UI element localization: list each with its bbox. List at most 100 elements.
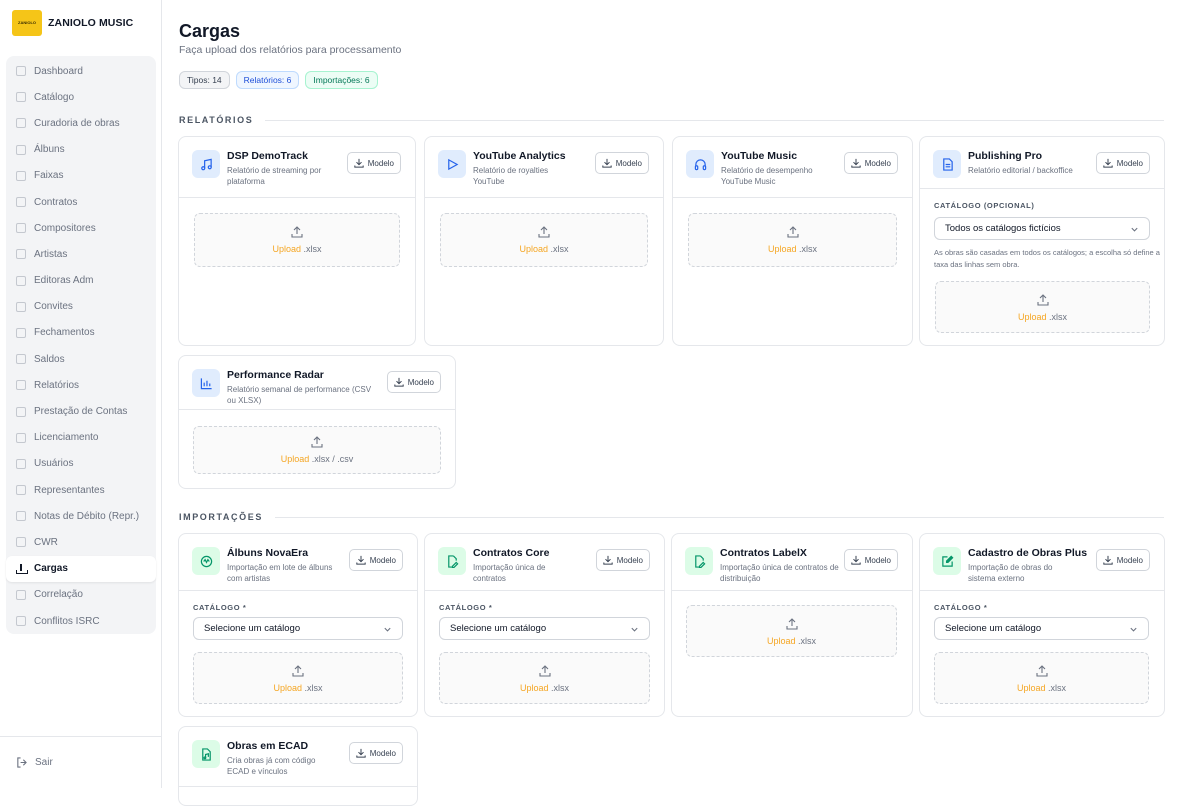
card-title: Publishing Pro xyxy=(968,150,1043,162)
upload-link[interactable]: Upload xyxy=(273,683,302,693)
sidebar-item-faixas[interactable]: Faixas xyxy=(6,163,156,189)
download-model-button[interactable]: Modelo xyxy=(346,152,401,174)
sidebar-item-cwr[interactable]: CWR xyxy=(6,529,156,555)
brand[interactable]: ZANIOLO ZANIOLO MUSIC xyxy=(12,10,133,36)
upload-dropzone[interactable]: Upload .xlsx xyxy=(193,652,403,704)
section-title: RELATÓRIOS xyxy=(179,115,254,125)
sidebar-item-cargas[interactable]: Cargas xyxy=(6,555,156,582)
download-model-button[interactable]: Modelo xyxy=(348,742,403,764)
download-model-button[interactable]: Modelo xyxy=(386,371,441,393)
upload-icon xyxy=(538,226,550,238)
upload-link[interactable]: Upload xyxy=(519,244,548,254)
upload-dropzone[interactable]: Upload .xlsx xyxy=(440,213,648,267)
logout-button[interactable]: Sair xyxy=(16,757,53,768)
sidebar-item-catalogo[interactable]: Catálogo xyxy=(6,84,156,110)
upload-dropzone[interactable]: Upload .xlsx xyxy=(439,652,650,704)
upload-link[interactable]: Upload xyxy=(1018,312,1047,322)
upload-icon xyxy=(538,665,551,677)
page-title: Cargas xyxy=(179,21,241,41)
card-header: Contratos LabelX Importação única de con… xyxy=(672,534,912,591)
file-code-icon xyxy=(16,537,26,548)
sidebar-item-correlacao[interactable]: Correlação xyxy=(6,582,156,608)
upload-dropzone[interactable]: Upload .xlsx xyxy=(688,213,897,267)
card-description: Relatório de desempenho YouTube Music xyxy=(721,166,813,186)
report-card-publishing-pro: Publishing Pro Relatório editorial / bac… xyxy=(919,136,1165,346)
sidebar-item-label: Compositores xyxy=(34,222,96,234)
sidebar-item-label: Convites xyxy=(34,301,73,313)
card-header: YouTube Music Relatório de desempenho Yo… xyxy=(673,137,912,198)
download-model-button[interactable]: Modelo xyxy=(843,152,898,174)
upload-link[interactable]: Upload xyxy=(520,683,549,693)
catalog-field-label: CATÁLOGO * xyxy=(934,603,988,612)
upload-icon xyxy=(785,618,798,630)
disc-icon xyxy=(16,170,26,181)
document-icon xyxy=(933,150,961,178)
chevron-down-icon xyxy=(1130,627,1137,632)
upload-dropzone[interactable]: Upload .xlsx xyxy=(934,652,1149,704)
download-model-button[interactable]: Modelo xyxy=(348,549,403,571)
download-model-button[interactable]: Modelo xyxy=(1095,549,1150,571)
sidebar-item-albuns[interactable]: Álbuns xyxy=(6,137,156,163)
sidebar-item-usuarios[interactable]: Usuários xyxy=(6,451,156,477)
sidebar-item-saldos[interactable]: Saldos xyxy=(6,346,156,372)
logout-label: Sair xyxy=(35,757,53,768)
bar-chart-icon xyxy=(192,369,220,397)
upload-dropzone[interactable]: Upload .xlsx / .csv xyxy=(193,426,441,474)
sidebar-item-fechamentos[interactable]: Fechamentos xyxy=(6,320,156,346)
sidebar-item-relatorios[interactable]: Relatórios xyxy=(6,372,156,398)
download-model-label: Modelo xyxy=(615,158,642,168)
pen-icon xyxy=(16,223,26,234)
upload-link[interactable]: Upload xyxy=(281,454,310,464)
user-plus-icon xyxy=(16,485,26,496)
section-title: IMPORTAÇÕES xyxy=(179,512,263,522)
upload-link[interactable]: Upload xyxy=(1017,683,1046,693)
sidebar-item-representantes[interactable]: Representantes xyxy=(6,477,156,503)
catalog-select[interactable]: Todos os catálogos fictícios xyxy=(934,217,1150,240)
upload-text: Upload .xlsx xyxy=(194,683,402,693)
sidebar-item-label: Artistas xyxy=(34,248,68,260)
sidebar-item-licenciamento[interactable]: Licenciamento xyxy=(6,425,156,451)
sidebar-item-artistas[interactable]: Artistas xyxy=(6,241,156,267)
upload-text: Upload .xlsx xyxy=(440,683,649,693)
sidebar-item-label: Fechamentos xyxy=(34,327,95,339)
catalog-select[interactable]: Selecione um catálogo xyxy=(193,617,403,640)
sidebar-item-dashboard[interactable]: Dashboard xyxy=(6,58,156,84)
sidebar-item-editoras[interactable]: Editoras Adm xyxy=(6,268,156,294)
download-model-label: Modelo xyxy=(407,377,434,387)
card-description: Relatório semanal de performance (CSV ou… xyxy=(227,385,372,405)
upload-link[interactable]: Upload xyxy=(768,244,797,254)
import-card-cadastro-obras-plus: Cadastro de Obras Plus Importação de obr… xyxy=(919,533,1165,717)
download-icon xyxy=(1103,555,1113,565)
sidebar-item-notas-debito[interactable]: Notas de Débito (Repr.) xyxy=(6,503,156,529)
sidebar-item-prestacao[interactable]: Prestação de Contas xyxy=(6,398,156,424)
download-model-button[interactable]: Modelo xyxy=(1095,152,1150,174)
sidebar-item-conflitos-isrc[interactable]: Conflitos ISRC xyxy=(6,608,156,634)
download-icon xyxy=(851,555,861,565)
download-model-button[interactable]: Modelo xyxy=(595,549,650,571)
sidebar-item-compositores[interactable]: Compositores xyxy=(6,215,156,241)
download-model-label: Modelo xyxy=(367,158,394,168)
upload-dropzone[interactable]: Upload .xlsx xyxy=(194,213,400,267)
catalog-select[interactable]: Selecione um catálogo xyxy=(439,617,650,640)
sidebar-item-curadoria[interactable]: Curadoria de obras xyxy=(6,110,156,136)
sidebar-item-convites[interactable]: Convites xyxy=(6,294,156,320)
chevron-down-icon xyxy=(384,627,391,632)
sidebar-item-label: Licenciamento xyxy=(34,432,99,444)
download-model-button[interactable]: Modelo xyxy=(843,549,898,571)
card-title: Cadastro de Obras Plus xyxy=(968,547,1088,559)
sidebar-item-contratos[interactable]: Contratos xyxy=(6,189,156,215)
calendar-icon xyxy=(16,327,26,338)
upload-link[interactable]: Upload xyxy=(767,636,796,646)
report-card-youtube-analytics: YouTube Analytics Relatório de royalties… xyxy=(424,136,664,346)
upload-link[interactable]: Upload xyxy=(272,244,301,254)
download-model-button[interactable]: Modelo xyxy=(594,152,649,174)
upload-dropzone[interactable]: Upload .xlsx xyxy=(686,605,897,657)
card-description: Cria obras já com código ECAD e vínculos xyxy=(227,756,316,776)
catalog-select[interactable]: Selecione um catálogo xyxy=(934,617,1149,640)
upload-extension: .xlsx xyxy=(1048,683,1067,693)
upload-icon xyxy=(1035,665,1048,677)
upload-dropzone[interactable]: Upload .xlsx xyxy=(935,281,1150,333)
receipt-icon xyxy=(16,511,26,522)
upload-extension: .xlsx xyxy=(303,244,322,254)
card-description: Importação única de contratos de distrib… xyxy=(720,563,839,583)
